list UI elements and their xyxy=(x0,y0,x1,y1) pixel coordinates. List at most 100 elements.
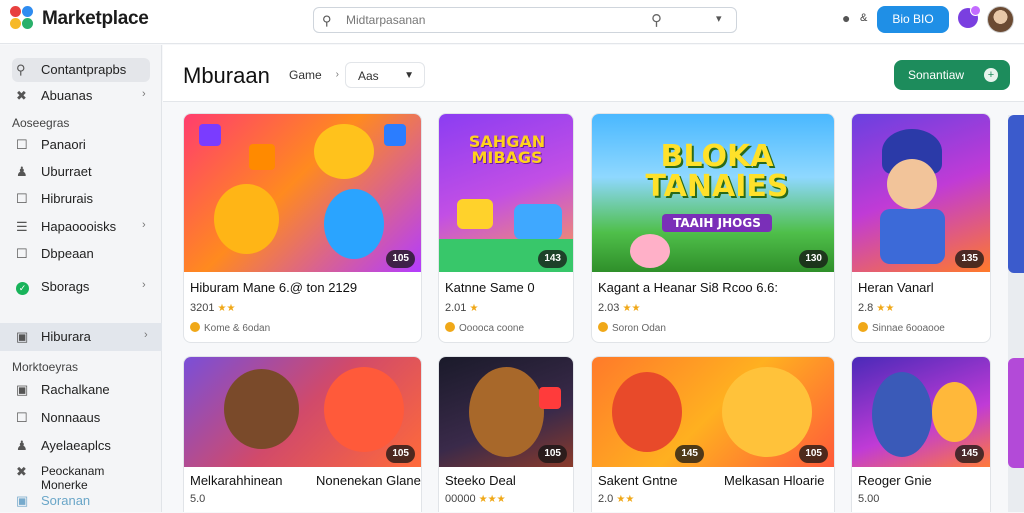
game-card[interactable]: 135 Heran Vanarl 2.8 ★★ Sinnae 6ooaooe xyxy=(851,113,991,343)
card-rating: 3201 ★★ xyxy=(190,302,235,314)
sidebar-item-label: Sborags xyxy=(41,279,90,294)
publisher-icon xyxy=(858,322,868,332)
rating-value: 3201 xyxy=(190,302,215,314)
game-card[interactable]: 105 Steeko Deal 00000 ★★★ xyxy=(438,356,574,512)
sidebar-item-label: Nonnaaus xyxy=(41,410,101,425)
game-badge: 105 xyxy=(386,445,415,463)
search-input[interactable]: Midtarpasanan xyxy=(346,13,425,27)
document-icon: ☐ xyxy=(16,137,28,152)
sidebar-item-label: Hiburara xyxy=(41,329,91,344)
card-title: Reoger Gnie xyxy=(858,473,932,488)
category-filter[interactable]: Game › xyxy=(283,62,345,88)
notification-icon[interactable]: ● xyxy=(842,10,850,26)
game-badge: 105 xyxy=(386,250,415,268)
account-button[interactable]: Bio BIO xyxy=(877,6,949,33)
star-icon: ★★ xyxy=(616,494,635,505)
sidebar-item[interactable]: ♟ Uburraet xyxy=(12,160,150,184)
publisher-name: Sinnae 6ooaooe xyxy=(872,323,945,334)
sidebar-item[interactable]: ▣ Soranan xyxy=(12,489,150,513)
button-label: Sonantiaw xyxy=(908,68,965,82)
sidebar-item-label: Uburraet xyxy=(41,164,92,179)
sidebar-item[interactable]: ☰ Hapaoooisks › xyxy=(12,215,150,239)
game-card[interactable]: BLOKA TANAIES TAAIH JHOGS 130 Kagant a H… xyxy=(591,113,835,343)
sidebar-item[interactable]: ▣ Rachalkane xyxy=(12,378,150,402)
game-banner: SAHGAN MIBAGS xyxy=(468,132,546,167)
sidebar-item-label: Peockanam Monerke xyxy=(41,464,105,492)
game-badge: 143 xyxy=(538,250,567,268)
publisher-name: Kome & 6odan xyxy=(204,323,271,334)
game-badge: 145 xyxy=(675,445,704,463)
chat-icon[interactable] xyxy=(958,5,981,28)
rating-value: 2.0 xyxy=(598,493,614,505)
magnifier-icon[interactable]: ⚲ xyxy=(651,11,662,29)
rating-value: 5.00 xyxy=(858,493,880,505)
card-title: Sakent Gntne xyxy=(598,473,678,488)
card-title: Heran Vanarl xyxy=(858,280,934,295)
game-banner-subtitle: TAAIH JHOGS xyxy=(662,214,772,232)
sidebar-item[interactable]: ♟ Ayelaeaplcs xyxy=(12,434,150,458)
chevron-right-icon: › xyxy=(335,69,339,80)
sidebar-item[interactable]: ☐ Hibrurais xyxy=(12,187,150,211)
game-card[interactable]: SAHGAN MIBAGS 143 Katnne Same 0 2.01 ★ O… xyxy=(438,113,574,343)
card-publisher: Ooooca coone xyxy=(445,322,524,334)
game-thumbnail: BLOKA TANAIES TAAIH JHOGS xyxy=(592,114,834,272)
sidebar-item[interactable]: ☐ Panaori xyxy=(12,133,150,157)
sidebar-item[interactable]: ✖ Peockanam Monerke xyxy=(12,460,150,492)
box-icon: ▣ xyxy=(16,382,29,397)
star-icon: ★★ xyxy=(622,303,641,314)
sidebar-item[interactable]: ☐ Nonnaaus xyxy=(12,406,150,430)
chevron-down-icon[interactable]: ▾ xyxy=(716,12,722,25)
sidebar-item-label: Dbpeaan xyxy=(41,246,94,261)
sidebar-item-label: Hibrurais xyxy=(41,191,94,206)
top-bar: Marketplace ⚲ Midtarpasanan ⚲ ▾ ● & Bio … xyxy=(0,0,1024,44)
plus-icon: + xyxy=(984,68,998,82)
card-rating: 2.8 ★★ xyxy=(858,302,894,314)
sidebar-item-label: Soranan xyxy=(41,493,91,508)
chevron-right-icon: › xyxy=(142,219,146,231)
notification-count: & xyxy=(860,12,868,24)
filter-label: Game xyxy=(289,68,322,82)
primary-action-button[interactable]: Sonantiaw + xyxy=(894,60,1010,90)
game-card[interactable]: 145 105 Sakent Gntne Melkasan Hloarie 2.… xyxy=(591,356,835,512)
star-icon: ★★★ xyxy=(478,494,506,505)
game-badge: 105 xyxy=(799,445,828,463)
sidebar-item-label: Contantprapbs xyxy=(41,62,127,77)
avatar[interactable] xyxy=(987,6,1014,33)
user-icon: ♟ xyxy=(16,164,28,179)
game-banner: BLOKA TANAIES xyxy=(645,139,789,204)
card-rating: 2.03 ★★ xyxy=(598,302,640,314)
sidebar-item-label: Ayelaeaplcs xyxy=(41,438,111,453)
sort-dropdown[interactable]: Aas ▼ xyxy=(345,62,425,88)
sidebar-item-active[interactable]: ▣ Hiburara › xyxy=(0,323,162,351)
main-header: Mburaan Game › Aas ▼ Sonantiaw + xyxy=(163,45,1024,102)
card-rating: 00000 ★★★ xyxy=(445,493,506,505)
card-title-secondary: Nonenekan Glane xyxy=(316,473,421,488)
rating-value: 2.03 xyxy=(598,302,620,314)
card-title-secondary: Melkasan Hloarie xyxy=(724,473,825,488)
publisher-name: Soron Odan xyxy=(612,323,666,334)
card-title: Steeko Deal xyxy=(445,473,516,488)
card-title: Hiburam Mane 6.@ ton 2129 xyxy=(190,280,358,295)
publisher-icon xyxy=(445,322,455,332)
card-title: Kagant a Heanar Si8 Rcoo 6.6: xyxy=(598,280,778,295)
game-card[interactable]: 105 Hiburam Mane 6.@ ton 2129 3201 ★★ Ko… xyxy=(183,113,422,343)
sidebar-item-tags[interactable]: ✖ Abuanas › xyxy=(12,84,150,108)
search-bar[interactable]: ⚲ Midtarpasanan ⚲ ▾ xyxy=(313,7,737,33)
tag-icon: ✖ xyxy=(16,88,27,103)
game-badge: 135 xyxy=(955,250,984,268)
sidebar-section-title: Aoseegras xyxy=(12,116,70,130)
document-icon: ☐ xyxy=(16,410,28,425)
publisher-icon xyxy=(598,322,608,332)
publisher-name: Ooooca coone xyxy=(459,323,525,334)
game-card[interactable]: 105 Melkarahhinean Nonenekan Glane 5.0 xyxy=(183,356,422,512)
sidebar-item[interactable]: ✓ Sborags › xyxy=(12,275,150,299)
check-icon: ✓ xyxy=(16,279,30,295)
game-badge: 145 xyxy=(955,445,984,463)
game-grid: 105 Hiburam Mane 6.@ ton 2129 3201 ★★ Ko… xyxy=(163,103,1024,512)
sidebar-item-label: Hapaoooisks xyxy=(41,219,117,234)
game-card[interactable]: 145 Reoger Gnie 5.00 xyxy=(851,356,991,512)
document-icon: ☐ xyxy=(16,191,28,206)
sidebar-item[interactable]: ☐ Dbpeaan xyxy=(12,242,150,266)
sidebar-item-search[interactable]: ⚲ Contantprapbs xyxy=(12,58,150,82)
game-thumbnail xyxy=(184,114,421,272)
